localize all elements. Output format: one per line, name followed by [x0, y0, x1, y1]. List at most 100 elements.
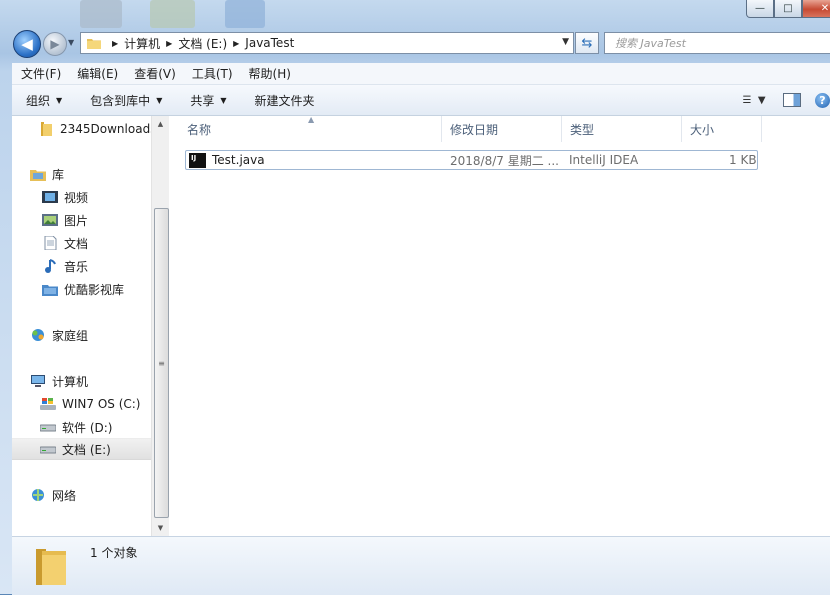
nav-item-homegroup[interactable]: 家庭组	[30, 324, 88, 346]
picture-icon	[42, 214, 58, 226]
search-box	[604, 32, 830, 54]
navigation-pane: 2345Downloads 库 视频 图片 文档 音乐 优酷影视库 家庭组 计算…	[12, 116, 151, 536]
maximize-button[interactable]: □	[774, 0, 802, 18]
scrollbar-thumb[interactable]: ≡	[154, 208, 169, 518]
item-count: 1 个对象	[90, 546, 138, 560]
organize-label: 组织	[26, 93, 51, 108]
organize-button[interactable]: 组织 ▼	[12, 92, 76, 109]
forward-button[interactable]: ▶	[43, 32, 67, 56]
background-window-thumbnail	[225, 0, 265, 28]
background-window-thumbnail	[150, 0, 195, 28]
back-button[interactable]: ◀	[13, 30, 41, 58]
column-header-row: ▲ 名称 修改日期 类型 大小	[169, 115, 830, 142]
nav-item-label: 文档 (E:)	[62, 442, 111, 457]
navigation-bar: ◀ ▶ ▼ ▶ 计算机 ▶ 文档 (E:) ▶ JavaTest ▼ ⇆	[0, 28, 830, 58]
background-window-thumbnail	[80, 0, 122, 28]
breadcrumb-javatest[interactable]: JavaTest	[245, 36, 294, 50]
menu-edit[interactable]: 编辑(E)	[69, 65, 126, 82]
preview-pane-button[interactable]	[783, 93, 801, 107]
recent-pages-dropdown[interactable]: ▼	[68, 38, 74, 47]
file-modified: 2018/8/7 星期二 ...	[450, 153, 559, 168]
network-icon	[32, 489, 44, 501]
document-icon	[44, 236, 57, 250]
change-view-button[interactable]: ☰ ▼	[735, 91, 773, 109]
nav-item-label: WIN7 OS (C:)	[62, 397, 141, 411]
include-in-library-label: 包含到库中	[90, 93, 151, 108]
column-header-label: 修改日期	[450, 122, 499, 137]
drive-icon	[40, 446, 56, 454]
arrow-right-icon: ▶	[50, 37, 60, 51]
breadcrumb-separator-icon[interactable]: ▶	[112, 39, 118, 48]
menu-file[interactable]: 文件(F)	[12, 65, 69, 82]
menu-help[interactable]: 帮助(H)	[241, 65, 299, 82]
column-header-name[interactable]: 名称	[179, 116, 442, 142]
file-list: ▲ 名称 修改日期 类型 大小 IJ Test.java 2018/8/7 星期…	[169, 115, 830, 536]
details-pane: 1 个对象	[12, 536, 830, 595]
scroll-down-arrow-icon[interactable]: ▼	[152, 520, 169, 536]
chevron-down-icon: ▼	[56, 95, 63, 105]
drive-icon	[40, 424, 56, 432]
nav-item-youku-library[interactable]: 优酷影视库	[42, 278, 124, 300]
breadcrumb-separator-icon[interactable]: ▶	[166, 39, 172, 48]
column-header-label: 类型	[570, 122, 595, 137]
nav-item-label: 文档	[64, 236, 89, 251]
column-header-type[interactable]: 类型	[562, 116, 682, 142]
chevron-down-icon: ▼	[757, 94, 766, 106]
youku-library-icon	[42, 285, 58, 296]
library-icon	[30, 170, 46, 181]
chevron-down-icon: ▼	[156, 95, 163, 105]
folder-icon	[87, 39, 101, 49]
address-history-dropdown[interactable]: ▼	[562, 37, 569, 47]
nav-item-pictures[interactable]: 图片	[42, 209, 88, 231]
nav-item-label: 软件 (D:)	[62, 420, 113, 435]
nav-item-label: 计算机	[52, 374, 89, 389]
column-header-label: 名称	[187, 122, 212, 137]
nav-item-drive-e[interactable]: 文档 (E:)	[12, 438, 151, 460]
breadcrumb-separator-icon[interactable]: ▶	[233, 39, 239, 48]
menu-view[interactable]: 查看(V)	[126, 65, 184, 82]
nav-item-label: 网络	[52, 488, 77, 503]
file-name: Test.java	[212, 153, 265, 167]
share-button[interactable]: 共享 ▼	[176, 92, 240, 109]
folder-icon	[36, 549, 66, 585]
nav-item-documents[interactable]: 文档	[42, 232, 88, 254]
column-header-size[interactable]: 大小	[682, 116, 762, 142]
arrow-left-icon: ◀	[21, 35, 33, 53]
nav-item-libraries[interactable]: 库	[30, 163, 64, 185]
nav-item-network[interactable]: 网络	[30, 484, 76, 506]
navigation-pane-scrollbar[interactable]: ▲ ≡ ▼	[151, 116, 169, 536]
refresh-button[interactable]: ⇆	[575, 32, 599, 54]
menu-bar: 文件(F) 编辑(E) 查看(V) 工具(T) 帮助(H)	[12, 63, 830, 85]
nav-item-drive-c[interactable]: WIN7 OS (C:)	[40, 393, 141, 415]
folder-icon	[41, 122, 52, 136]
column-header-label: 大小	[690, 122, 715, 137]
nav-item-computer[interactable]: 计算机	[30, 370, 88, 392]
file-row[interactable]: IJ Test.java 2018/8/7 星期二 ... IntelliJ I…	[185, 150, 758, 170]
nav-item-label: 2345Downloads	[60, 122, 151, 136]
minimize-button[interactable]: —	[746, 0, 774, 18]
scroll-up-arrow-icon[interactable]: ▲	[152, 116, 169, 132]
explorer-window: — □ ✕ ◀ ▶ ▼ ▶ 计算机 ▶ 文档 (E:) ▶ JavaTest ▼…	[0, 0, 830, 595]
nav-item-label: 音乐	[64, 259, 89, 274]
video-icon	[42, 191, 58, 203]
address-bar[interactable]: ▶ 计算机 ▶ 文档 (E:) ▶ JavaTest ▼	[80, 32, 574, 54]
nav-item-2345downloads[interactable]: 2345Downloads	[38, 118, 151, 140]
column-header-date-modified[interactable]: 修改日期	[442, 116, 562, 142]
close-button[interactable]: ✕	[802, 0, 830, 18]
nav-item-label: 图片	[64, 213, 89, 228]
breadcrumb-computer[interactable]: 计算机	[124, 35, 160, 52]
nav-item-music[interactable]: 音乐	[42, 255, 88, 277]
file-name-cell: IJ Test.java	[189, 151, 265, 169]
help-button[interactable]: ?	[815, 92, 830, 108]
computer-icon	[31, 375, 45, 387]
search-input[interactable]	[613, 36, 817, 51]
share-label: 共享	[190, 93, 215, 108]
nav-item-drive-d[interactable]: 软件 (D:)	[40, 416, 112, 438]
include-in-library-button[interactable]: 包含到库中 ▼	[76, 92, 176, 109]
menu-tools[interactable]: 工具(T)	[184, 65, 241, 82]
command-bar: 组织 ▼ 包含到库中 ▼ 共享 ▼ 新建文件夹 ☰ ▼ ?	[12, 85, 830, 116]
new-folder-button[interactable]: 新建文件夹	[241, 92, 329, 109]
breadcrumb-drive-e[interactable]: 文档 (E:)	[178, 35, 227, 52]
nav-item-videos[interactable]: 视频	[42, 186, 88, 208]
view-controls: ☰ ▼ ?	[735, 85, 830, 115]
